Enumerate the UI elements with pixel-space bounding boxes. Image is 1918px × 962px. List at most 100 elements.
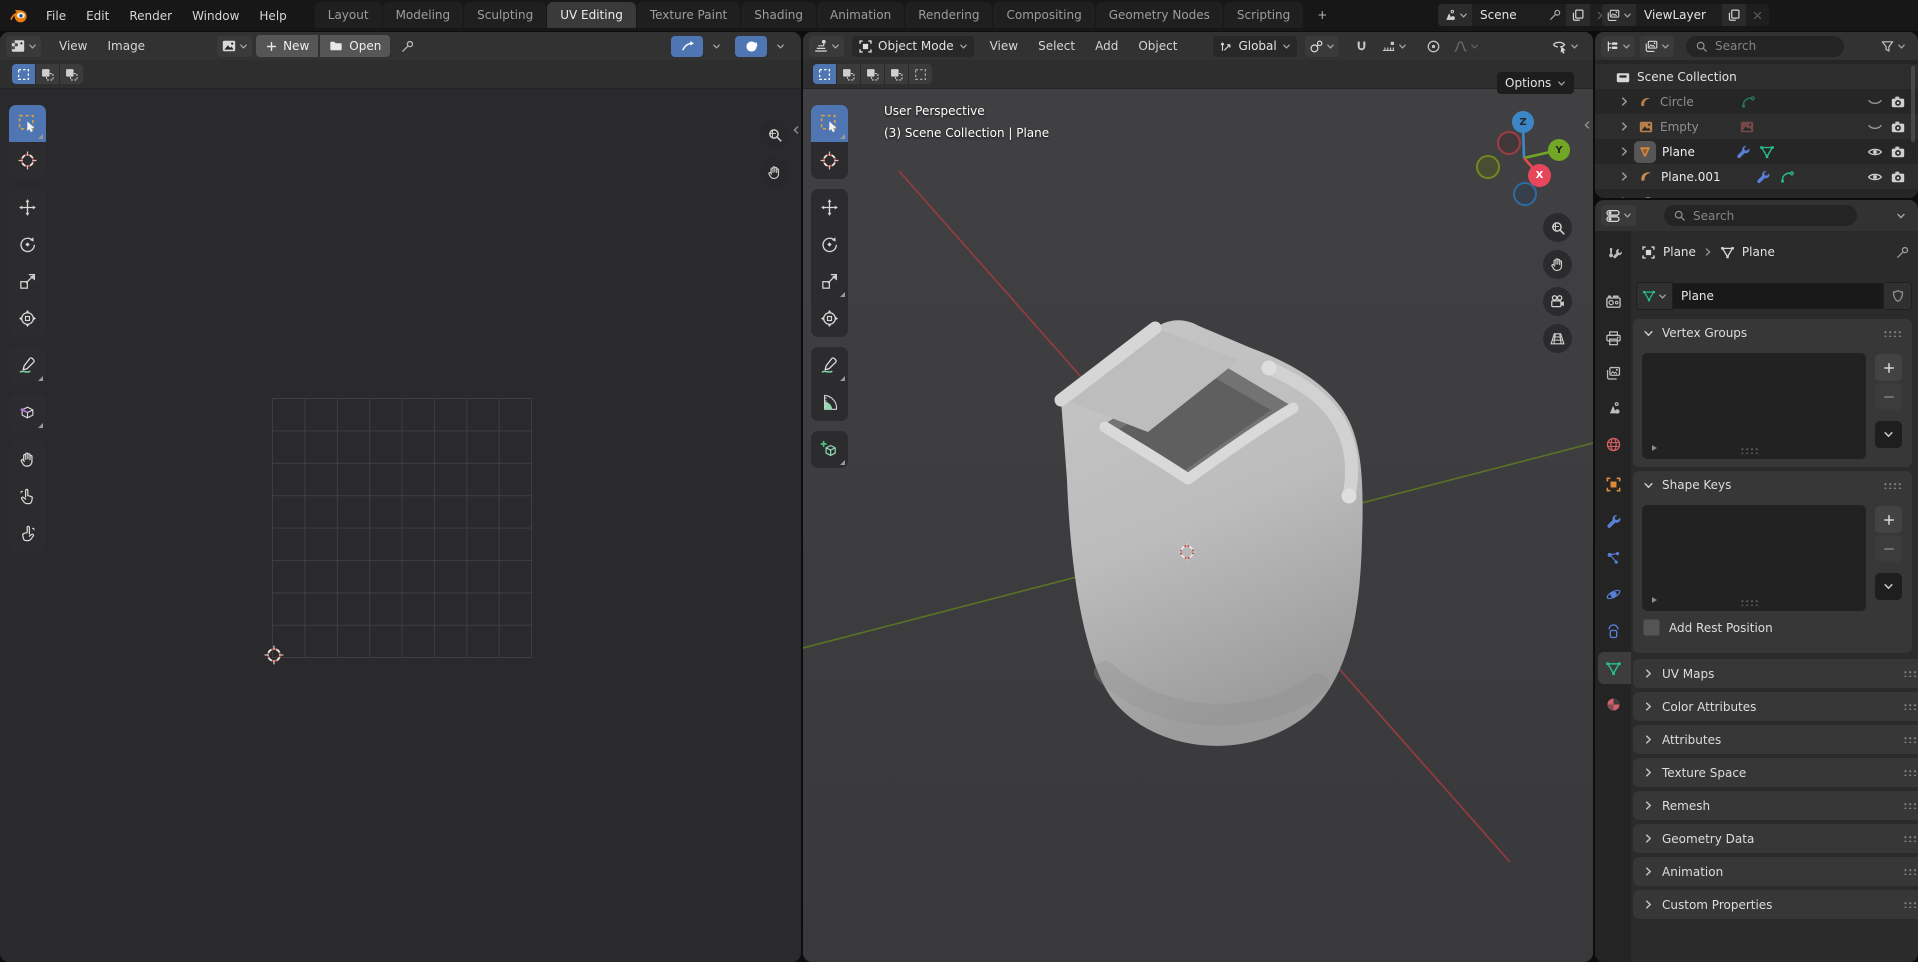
expand-icon[interactable] (1619, 146, 1630, 157)
outliner-row-circle[interactable]: Circle (1595, 89, 1918, 114)
vp-select-mode-invert[interactable] (885, 64, 909, 84)
tab-scene[interactable] (1595, 392, 1631, 424)
viewport-options-button[interactable]: Options (1497, 72, 1574, 94)
outliner-display-mode-button[interactable] (1640, 36, 1674, 57)
view-layer-new-button[interactable] (1722, 4, 1746, 26)
data-name-field[interactable] (1673, 283, 1884, 309)
panel-drag-grip[interactable] (1903, 736, 1918, 743)
uv-select-mode-extend[interactable] (36, 64, 60, 84)
expand-icon[interactable] (1619, 96, 1630, 107)
panel-geometry-data[interactable]: Geometry Data (1633, 824, 1918, 853)
breadcrumb-object[interactable]: Plane (1663, 245, 1696, 259)
panel-drag-grip[interactable] (1903, 802, 1918, 809)
panel-drag-grip[interactable] (1903, 868, 1918, 875)
breadcrumb-pin-icon[interactable] (1895, 245, 1910, 260)
hide-toggle[interactable] (1867, 119, 1890, 135)
vertex-group-remove-button[interactable] (1875, 383, 1902, 410)
tab-object-data[interactable] (1595, 652, 1631, 684)
blender-logo-icon[interactable] (9, 6, 29, 26)
view-layer-browse-button[interactable] (1602, 4, 1636, 26)
vertex-group-specials-button[interactable] (1875, 421, 1902, 448)
vp-zoom-button[interactable]: + (1543, 213, 1572, 242)
uv-canvas[interactable]: + (0, 89, 801, 962)
outliner-row-partial[interactable] (1595, 189, 1918, 198)
vp-select-mode-intersect[interactable] (909, 64, 932, 84)
vp-tool-scale[interactable] (811, 263, 848, 300)
properties-editor-type-button[interactable] (1601, 205, 1636, 226)
vp-tool-annotate[interactable] (811, 347, 848, 384)
fake-user-shield-button[interactable] (1884, 282, 1912, 310)
vp-menu-view[interactable]: View (980, 32, 1028, 60)
uv-zoom-button[interactable]: + (760, 120, 789, 149)
tab-view-layer[interactable] (1595, 357, 1631, 389)
uv-tool-rip-region[interactable] (9, 394, 46, 431)
shape-key-specials-button[interactable] (1875, 573, 1902, 600)
gizmo-axis-y-neg[interactable] (1476, 155, 1500, 179)
outliner-row-plane-001[interactable]: Plane.001 (1595, 164, 1918, 189)
scene-name[interactable]: Scene (1472, 8, 1544, 22)
menu-render[interactable]: Render (119, 0, 182, 31)
vertex-groups-panel-header[interactable]: Vertex Groups (1633, 319, 1912, 347)
panel-animation[interactable]: Animation (1633, 857, 1918, 886)
outliner-editor-type-button[interactable] (1601, 36, 1635, 57)
gizmo-axis-z-neg[interactable] (1513, 182, 1537, 206)
panel-remesh[interactable]: Remesh (1633, 791, 1918, 820)
add-workspace-button[interactable]: + (1304, 2, 1340, 28)
uv-tool-relax[interactable] (9, 478, 46, 515)
uv-tool-transform[interactable] (9, 300, 46, 337)
transform-orientation-selector[interactable]: Global (1213, 36, 1296, 57)
hide-toggle[interactable] (1867, 169, 1890, 185)
vp-pan-button[interactable] (1543, 250, 1572, 279)
menu-edit[interactable]: Edit (76, 0, 119, 31)
list-resize-grip[interactable] (1740, 599, 1759, 606)
uv-select-mode-subtract[interactable] (60, 64, 83, 84)
uv-pan-button[interactable] (760, 158, 789, 187)
properties-search-input[interactable] (1691, 208, 1848, 224)
tab-object[interactable] (1595, 468, 1631, 500)
tab-tool[interactable] (1595, 238, 1631, 270)
tab-rendering[interactable]: Rendering (905, 2, 992, 28)
uv-tool-rotate[interactable] (9, 226, 46, 263)
uv-snapping-toggle[interactable] (671, 36, 703, 57)
pivot-point-selector[interactable] (1305, 36, 1339, 57)
outliner-search-input[interactable] (1713, 38, 1835, 54)
uv-proportional-editing-toggle[interactable] (735, 36, 767, 57)
vp-sidebar-collapse-arrow[interactable] (1582, 120, 1592, 130)
tab-particles[interactable] (1595, 542, 1631, 574)
menu-window[interactable]: Window (182, 0, 249, 31)
uv-tool-2d-cursor[interactable] (9, 142, 46, 179)
vp-tool-rotate[interactable] (811, 226, 848, 263)
editor-separator-vertical-2[interactable] (1593, 31, 1595, 962)
vp-perspective-toggle-button[interactable] (1543, 324, 1572, 353)
mode-selector[interactable]: Object Mode (852, 36, 974, 57)
outliner-scrollbar[interactable] (1911, 66, 1915, 142)
tab-layout[interactable]: Layout (315, 2, 382, 28)
scene-new-button[interactable] (1566, 4, 1590, 26)
menu-file[interactable]: File (36, 0, 76, 31)
uv-select-mode-set[interactable] (12, 64, 36, 84)
data-browse-button[interactable] (1636, 282, 1673, 310)
uv-menu-view[interactable]: View (49, 32, 97, 60)
uv-menu-image[interactable]: Image (97, 32, 155, 60)
vertex-group-add-button[interactable] (1875, 354, 1902, 381)
list-resize-grip[interactable] (1740, 447, 1759, 454)
tab-animation[interactable]: Animation (817, 2, 904, 28)
editor-separator-vertical-1[interactable] (801, 31, 803, 962)
list-filter-caret-icon[interactable] (1649, 443, 1659, 453)
vp-tool-3d-cursor[interactable] (811, 142, 848, 179)
render-visibility-toggle[interactable] (1890, 169, 1918, 185)
render-visibility-toggle[interactable] (1890, 144, 1918, 160)
panel-custom-properties[interactable]: Custom Properties (1633, 890, 1918, 919)
tab-uv-editing[interactable]: UV Editing (547, 2, 636, 28)
tab-texture-paint[interactable]: Texture Paint (637, 2, 740, 28)
vertex-groups-list[interactable] (1642, 353, 1866, 459)
properties-options-button[interactable] (1892, 205, 1910, 226)
image-pin-icon[interactable] (400, 39, 415, 54)
tab-render[interactable] (1595, 285, 1631, 317)
vp-menu-select[interactable]: Select (1028, 32, 1085, 60)
outliner-row-empty[interactable]: Empty (1595, 114, 1918, 139)
panel-texture-space[interactable]: Texture Space (1633, 758, 1918, 787)
uv-proportional-options-button[interactable] (767, 36, 793, 57)
scene-object-plane[interactable] (1061, 320, 1363, 746)
shape-key-remove-button[interactable] (1875, 535, 1902, 562)
